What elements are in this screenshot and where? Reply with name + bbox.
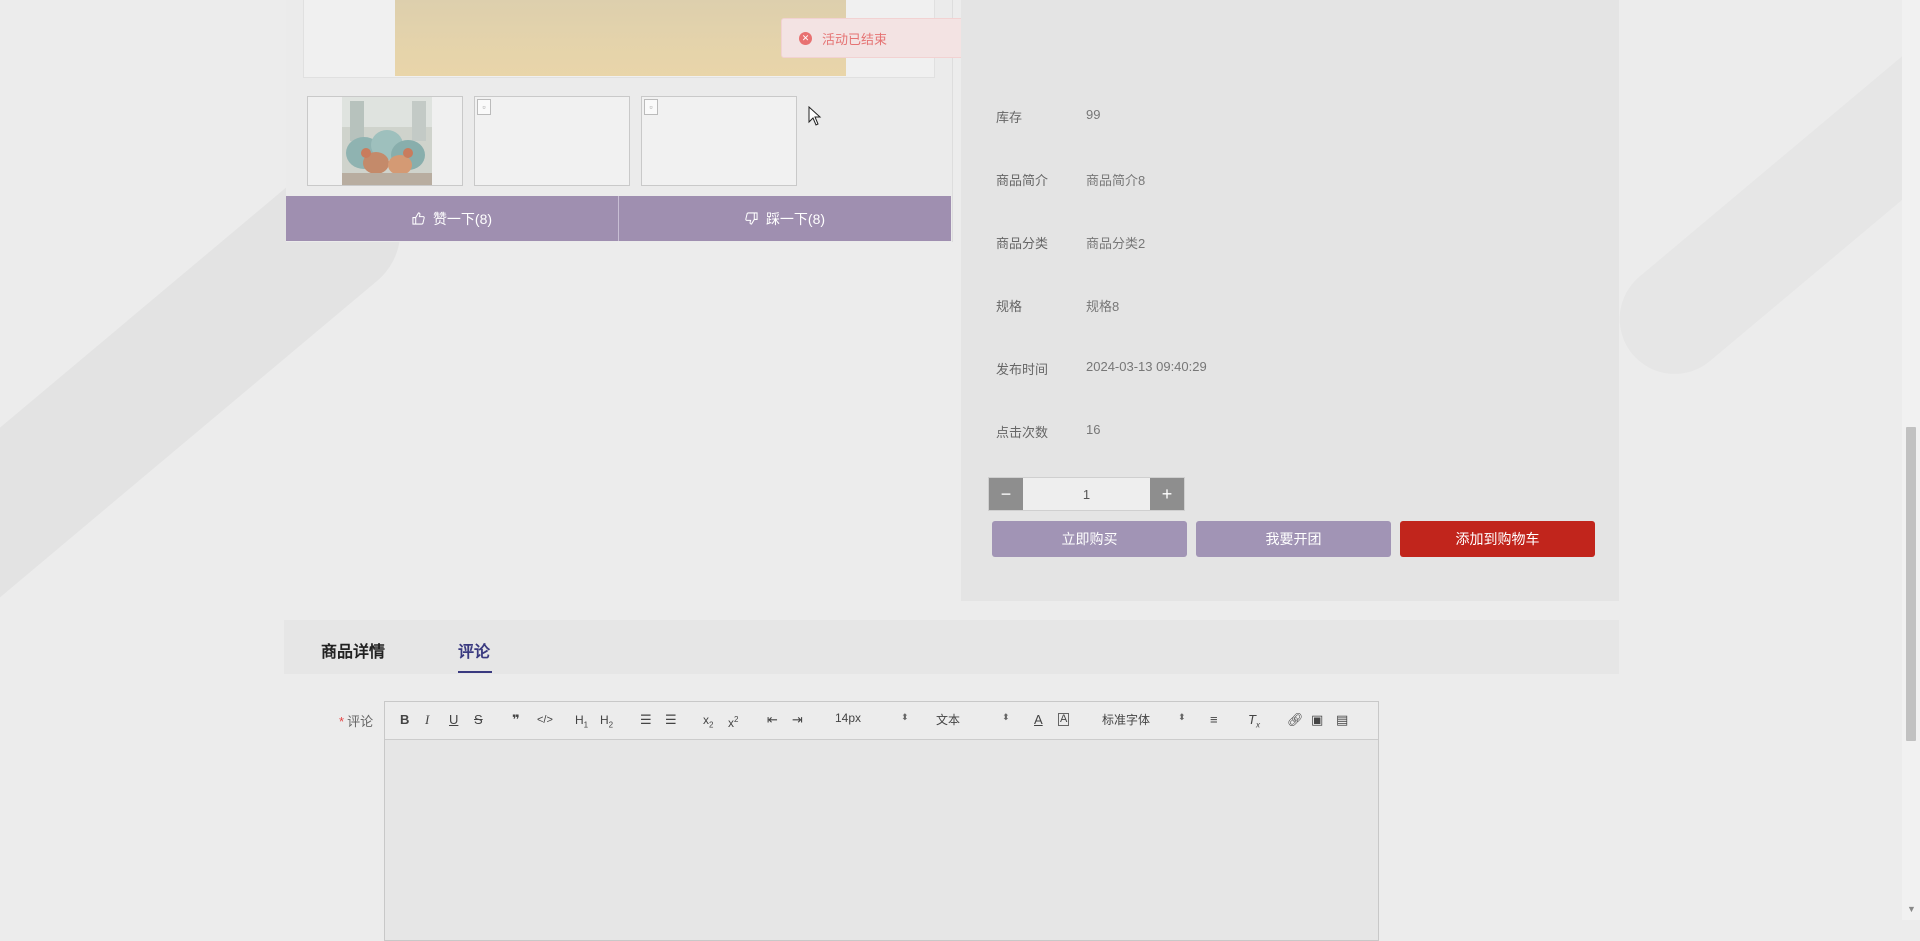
select-arrows-icon: ⬍ [901,712,909,722]
info-value: 16 [1086,422,1101,437]
strikethrough-icon[interactable]: S [474,712,483,728]
quantity-decrease-button[interactable]: − [989,478,1023,510]
pillows-image [342,97,432,185]
main-product-image [395,0,846,76]
like-button[interactable]: 赞一下(8) [286,196,618,241]
required-mark: * [339,714,345,729]
dislike-label: 踩一下(8) [765,210,826,227]
tab-comments[interactable]: 评论 [458,638,490,662]
thumbnail-3[interactable]: ▫ [641,96,797,186]
thumbnail-1[interactable] [307,96,463,186]
info-key: 商品简介 [996,173,1049,188]
info-row-stock: 库存 99 [996,107,1100,126]
quantity-increase-button[interactable]: + [1150,478,1184,510]
group-buy-button[interactable]: 我要开团 [1196,521,1391,557]
info-row-category: 商品分类 商品分类2 [996,233,1145,252]
error-circle-icon: ✕ [799,31,812,45]
active-tab-indicator [458,671,492,673]
font-family-value: 标准字体 [1102,713,1151,727]
info-row-intro: 商品简介 商品简介8 [996,170,1145,189]
quantity-stepper: − 1 + [988,477,1185,511]
info-value: 商品分类2 [1086,236,1146,251]
info-row-clicks: 点击次数 16 [996,422,1100,441]
broken-image-icon: ▫ [477,99,491,115]
info-key: 发布时间 [996,362,1049,377]
italic-icon[interactable]: I [425,712,429,728]
blockquote-icon[interactable]: ❞ [512,712,520,728]
code-block-icon[interactable]: </> [537,712,553,728]
editor-toolbar: B I U S ❞ </> H1 H2 ☰ ☰ x2 x2 ⇤ ⇥ 14px ⬍… [385,702,1378,740]
thumbs-down-icon [745,212,758,225]
select-arrows-icon: ⬍ [1178,712,1186,722]
info-key: 点击次数 [996,425,1049,440]
ordered-list-icon[interactable]: ☰ [640,712,652,728]
scroll-down-arrow-icon[interactable]: ▼ [1907,904,1916,914]
heading-2-icon[interactable]: H2 [600,712,613,733]
align-icon[interactable]: ≡ [1210,712,1218,728]
superscript-icon[interactable]: x2 [728,712,738,731]
info-row-spec: 规格 规格8 [996,296,1119,315]
info-value: 99 [1086,107,1101,122]
thumbs-up-icon [412,212,425,225]
subscript-icon[interactable]: x2 [703,712,713,733]
header-select[interactable]: 文本 ⬍ [936,711,1014,728]
comment-textarea[interactable] [385,740,1378,940]
mouse-cursor-icon [808,106,822,126]
bullet-list-icon[interactable]: ☰ [665,712,677,728]
info-value: 商品简介8 [1086,173,1146,188]
font-family-select[interactable]: 标准字体 ⬍ [1102,711,1188,728]
info-row-publish-time: 发布时间 2024-03-13 09:40:29 [996,359,1207,378]
scrollbar-thumb[interactable] [1906,427,1916,741]
header-value: 文本 [936,713,961,727]
info-key: 规格 [996,299,1023,314]
link-icon[interactable]: 🔗︎ [1287,712,1304,728]
heading-1-icon[interactable]: H1 [575,712,588,733]
font-size-select[interactable]: 14px ⬍ [835,711,913,725]
info-key: 商品分类 [996,236,1049,251]
dislike-button[interactable]: 踩一下(8) [618,196,951,241]
rich-text-editor: B I U S ❞ </> H1 H2 ☰ ☰ x2 x2 ⇤ ⇥ 14px ⬍… [384,701,1379,941]
toast-message: 活动已结束 [822,31,888,47]
bold-icon[interactable]: B [400,712,409,728]
vote-bar: 赞一下(8) 踩一下(8) [286,196,951,241]
add-to-cart-button[interactable]: 添加到购物车 [1400,521,1595,557]
page-scrollbar[interactable]: ▼ [1902,0,1920,920]
quantity-input[interactable]: 1 [1023,478,1150,510]
video-icon[interactable]: ▤ [1336,712,1348,728]
font-color-icon[interactable]: A [1034,712,1043,728]
like-label: 赞一下(8) [432,210,493,227]
select-arrows-icon: ⬍ [1002,712,1010,722]
info-value: 2024-03-13 09:40:29 [1086,359,1207,374]
indent-icon[interactable]: ⇥ [792,712,803,728]
info-value: 规格8 [1086,299,1120,314]
image-icon[interactable]: ▣ [1311,712,1323,728]
background-decor [1597,0,1920,397]
comment-label-text: 评论 [347,714,374,729]
clear-format-icon[interactable]: Tx [1248,712,1260,734]
broken-image-icon: ▫ [644,99,658,115]
font-size-value: 14px [835,711,862,725]
outdent-icon[interactable]: ⇤ [767,712,778,728]
background-color-icon[interactable]: A [1058,713,1070,726]
info-key: 库存 [996,110,1023,125]
thumbnail-2[interactable]: ▫ [474,96,630,186]
underline-icon[interactable]: U [449,712,458,728]
comment-label: * 评论 [339,711,373,730]
buy-now-button[interactable]: 立即购买 [992,521,1187,557]
tab-product-detail[interactable]: 商品详情 [321,638,385,662]
